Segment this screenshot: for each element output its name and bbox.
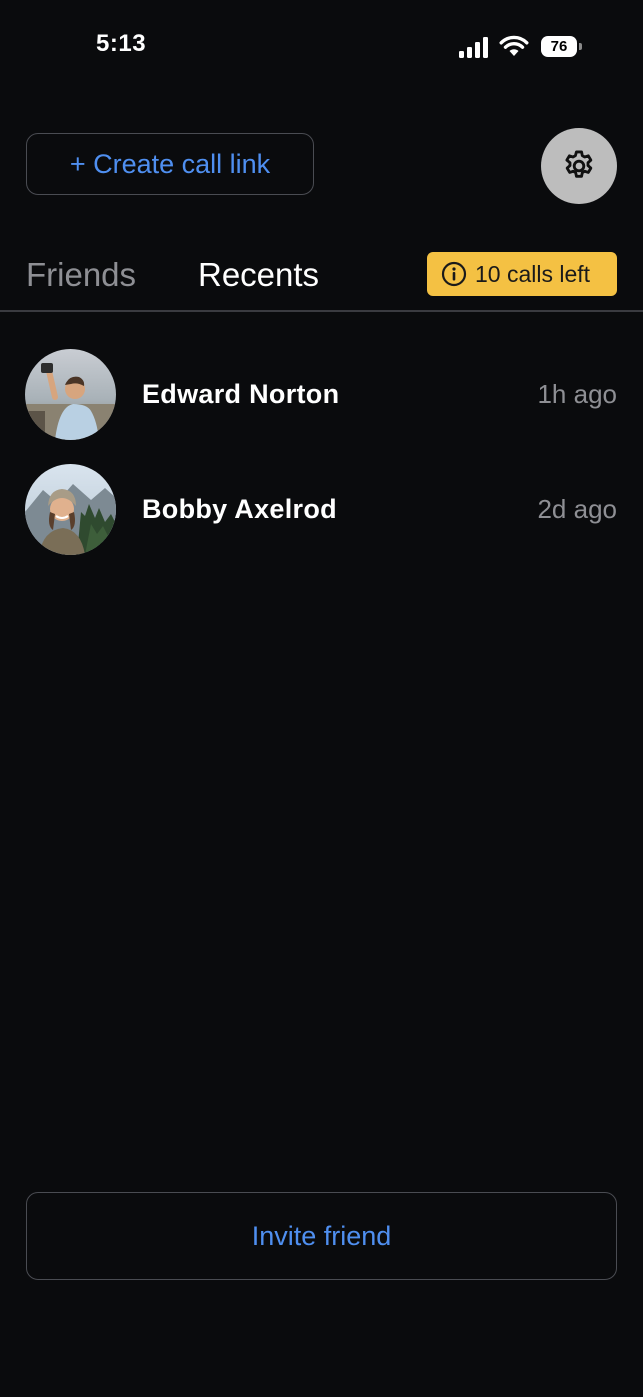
info-icon xyxy=(441,261,467,287)
recent-row-edward-norton[interactable]: Edward Norton 1h ago xyxy=(0,340,643,440)
calls-left-badge[interactable]: 10 calls left xyxy=(427,252,617,296)
avatar xyxy=(25,349,116,440)
gear-icon xyxy=(565,150,593,178)
battery-level: 76 xyxy=(541,36,577,57)
invite-friend-button[interactable]: Invite friend xyxy=(26,1192,617,1280)
status-time: 5:13 xyxy=(96,30,147,57)
battery-icon: 76 xyxy=(541,36,583,58)
calls-left-label: 10 calls left xyxy=(475,260,591,287)
status-bar: 5:13 76 xyxy=(0,0,643,95)
create-call-link-button[interactable]: + Create call link xyxy=(26,133,314,195)
wifi-icon xyxy=(499,35,529,56)
avatar-photo xyxy=(25,349,116,440)
contact-name: Bobby Axelrod xyxy=(142,494,337,524)
call-time: 2d ago xyxy=(537,494,617,524)
avatar-photo xyxy=(25,464,116,555)
avatar xyxy=(25,464,116,555)
tabs-divider xyxy=(0,310,643,312)
signal-icon xyxy=(459,37,488,58)
contact-name: Edward Norton xyxy=(142,379,340,409)
battery-tip xyxy=(579,43,582,50)
call-time: 1h ago xyxy=(537,379,617,409)
tab-friends[interactable]: Friends xyxy=(26,256,136,294)
tab-bar: Friends Recents 10 calls left xyxy=(0,248,643,312)
settings-button[interactable] xyxy=(541,128,617,204)
recent-row-bobby-axelrod[interactable]: Bobby Axelrod 2d ago xyxy=(0,455,643,555)
tab-recents[interactable]: Recents xyxy=(198,256,319,294)
